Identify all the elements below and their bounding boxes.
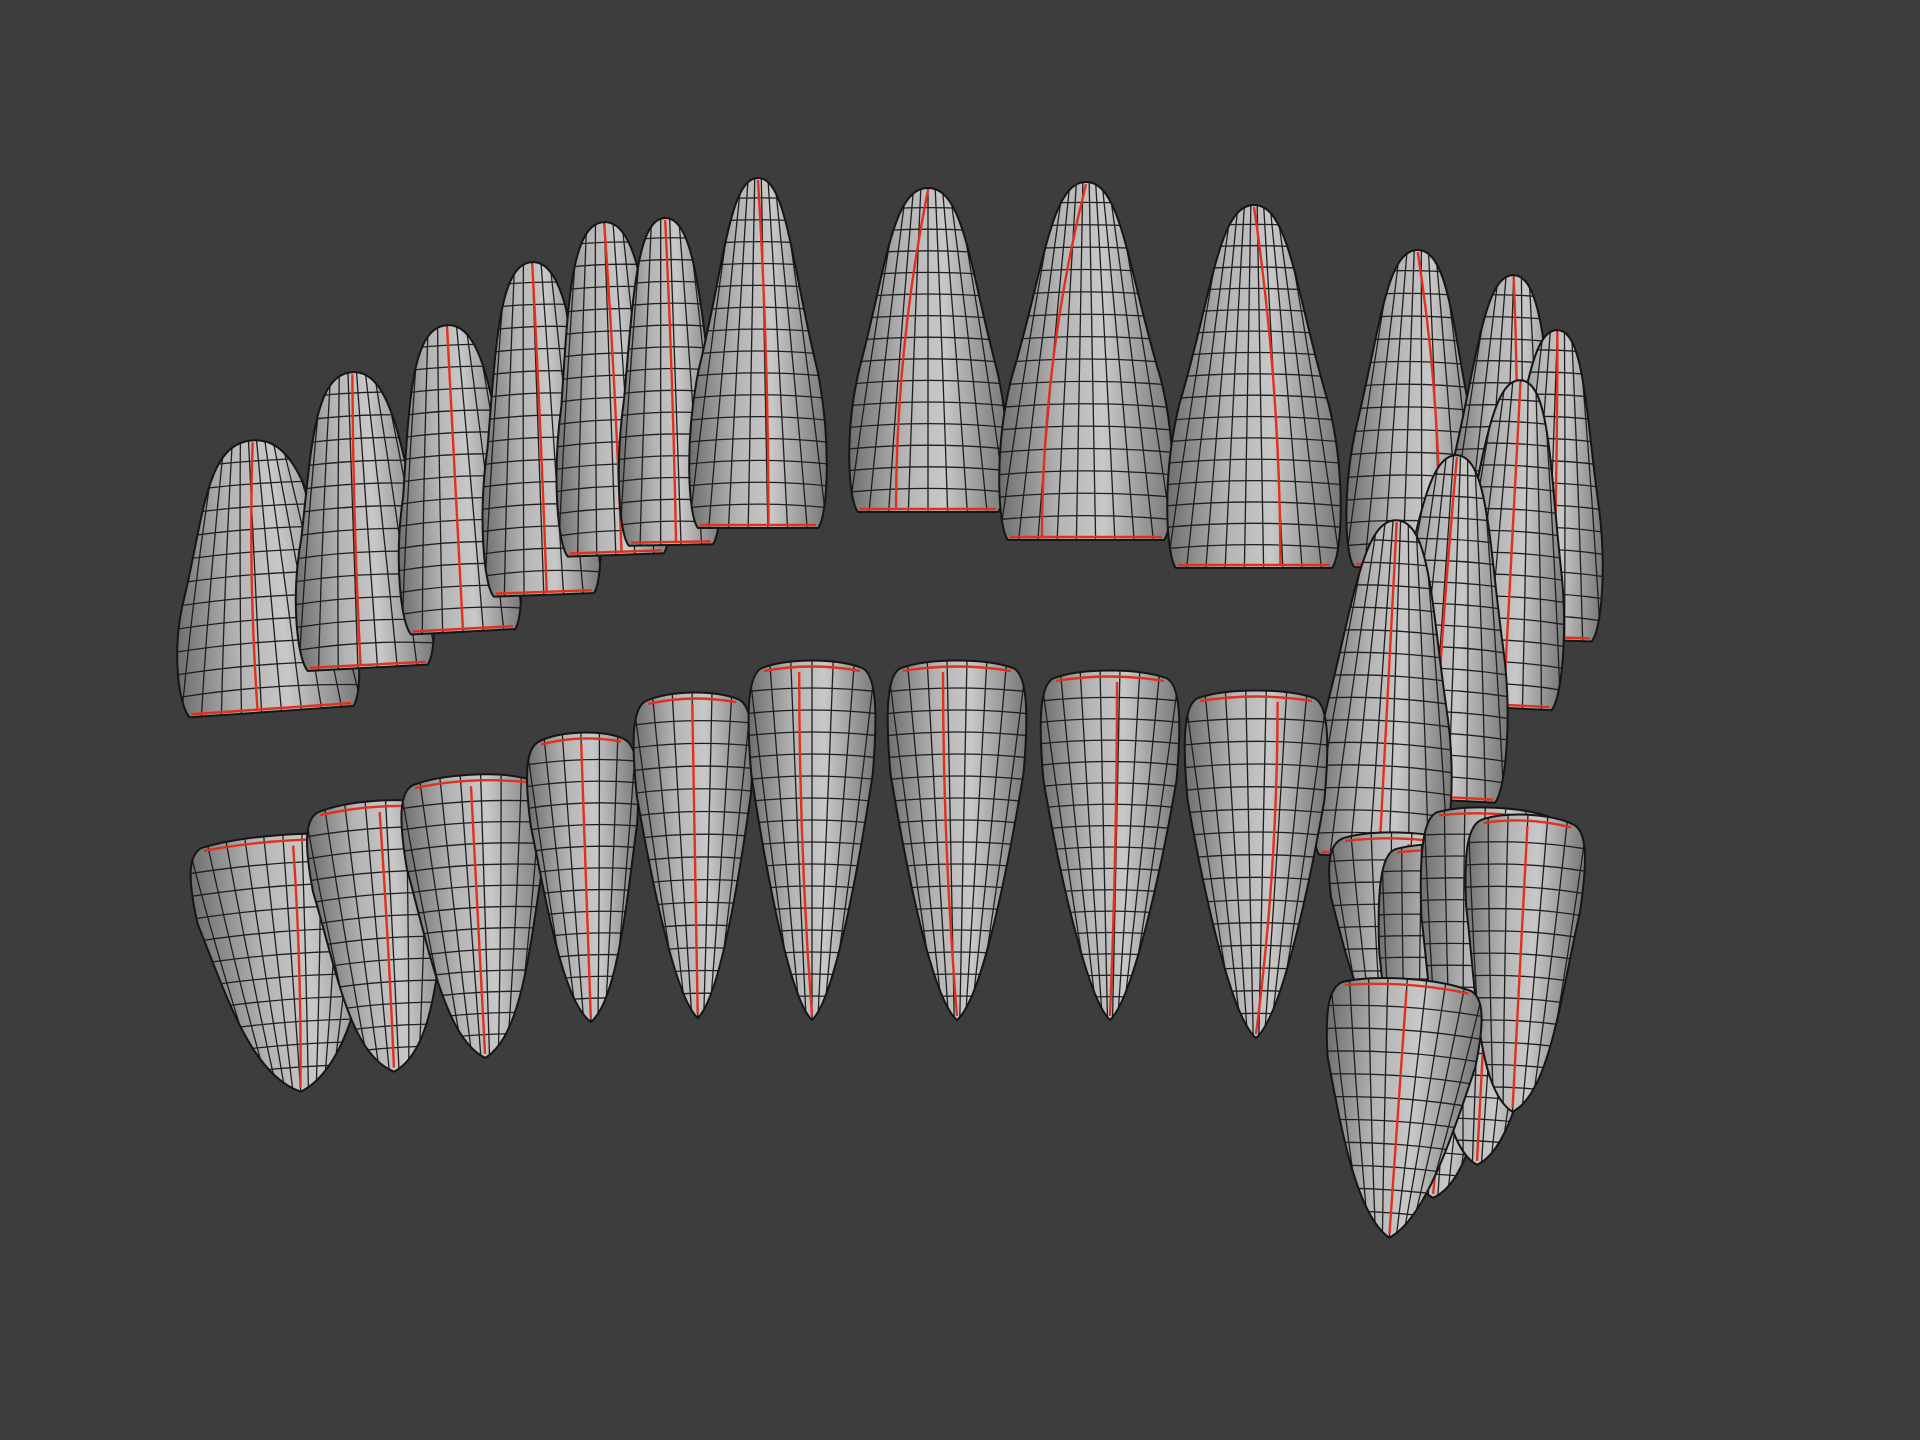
- 3d-viewport[interactable]: [0, 0, 1920, 1440]
- upper-tooth[interactable]: [978, 172, 1194, 550]
- tooth-body: [1167, 205, 1341, 568]
- tooth-body: [887, 660, 1027, 1020]
- lower-tooth[interactable]: [1020, 668, 1200, 1030]
- upper-tooth[interactable]: [828, 178, 1028, 522]
- upper-arch: [161, 172, 1612, 862]
- upper-tooth[interactable]: [1146, 195, 1362, 578]
- teeth-model-render: [161, 172, 1612, 1244]
- lower-tooth[interactable]: [867, 658, 1047, 1030]
- tooth-body: [1040, 670, 1180, 1020]
- lower-tooth[interactable]: [1164, 688, 1348, 1048]
- lower-tooth[interactable]: [728, 658, 896, 1030]
